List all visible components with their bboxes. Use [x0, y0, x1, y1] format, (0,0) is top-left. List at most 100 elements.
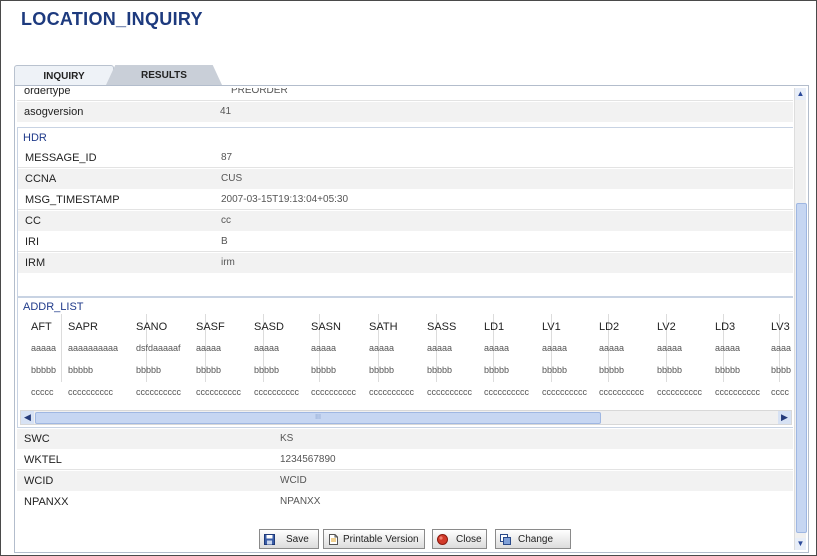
field-label: ordertype — [24, 88, 71, 97]
table-cell: bbbbb — [369, 365, 395, 375]
table-cell: cccccccccc — [196, 387, 241, 397]
table-cell: cccc — [771, 387, 789, 397]
grid-horizontal-scrollbar[interactable]: ◀ III ▶ — [20, 410, 792, 425]
app-window: LOCATION_INQUIRY INQUIRY RESULTS orderty… — [0, 0, 817, 556]
printable-version-button-label: Printable Version — [343, 534, 419, 545]
document-icon — [329, 534, 338, 545]
column-header: SANO — [136, 321, 168, 333]
scroll-left-icon[interactable]: ◀ — [21, 411, 34, 424]
field-label: MESSAGE_ID — [25, 152, 97, 164]
table-cell: bbbbb — [484, 365, 510, 375]
table-cell: bbbbb — [715, 365, 741, 375]
table-cell: cccccccccc — [484, 387, 529, 397]
table-cell: bbbbb — [599, 365, 625, 375]
column-header: LV2 — [657, 321, 676, 333]
column-header: LD1 — [484, 321, 505, 333]
table-cell: cccccccccc — [599, 387, 644, 397]
field-row-wcid: WCID WCID — [17, 471, 793, 491]
addr-list-section: ADDR_LIST AFT SAPR SANO SASF SASD SASN S… — [17, 296, 793, 428]
field-row-msg-timestamp: MSG_TIMESTAMP 2007-03-15T19:13:04+05:30 — [18, 190, 793, 210]
column-header: SASN — [311, 321, 341, 333]
field-row-npanxx: NPANXX NPANXX — [17, 492, 793, 510]
column-header: SAPR — [68, 321, 98, 333]
scrollbar-thumb[interactable] — [796, 203, 807, 533]
field-value: PREORDER — [231, 88, 288, 96]
table-cell: bbbbb — [254, 365, 280, 375]
field-row-message-id: MESSAGE_ID 87 — [18, 148, 793, 168]
hdr-section: HDR MESSAGE_ID 87 CCNA CUS MSG_TIMESTAMP… — [17, 127, 793, 298]
table-cell: aaaaa — [484, 343, 510, 353]
scroll-right-icon[interactable]: ▶ — [778, 411, 791, 424]
tab-results-label: RESULTS — [141, 70, 187, 81]
save-button[interactable]: Save — [259, 529, 319, 549]
change-button[interactable]: Change — [495, 529, 571, 549]
column-header: SASD — [254, 321, 284, 333]
column-header: SASS — [427, 321, 457, 333]
field-row-ordertype: ordertype PREORDER — [17, 88, 793, 101]
field-row-asogversion: asogversion 41 — [17, 102, 793, 122]
table-cell: cccccccccc — [136, 387, 181, 397]
table-cell: bbbbb — [68, 365, 94, 375]
column-header: LV3 — [771, 321, 790, 333]
table-cell: aaaaa — [427, 343, 453, 353]
field-value: irm — [221, 257, 235, 268]
table-cell: aaaaaaaaaa — [68, 343, 119, 353]
page-title: LOCATION_INQUIRY — [21, 9, 203, 29]
field-label: IRM — [25, 257, 46, 269]
field-value: 87 — [221, 152, 233, 163]
table-cell: aaaaa — [196, 343, 222, 353]
table-cell: aaaaa — [657, 343, 683, 353]
field-label: CC — [25, 215, 41, 227]
section-title: ADDR_LIST — [23, 301, 84, 313]
table-cell: bbbbb — [657, 365, 683, 375]
table-cell: aaaaa — [311, 343, 337, 353]
table-cell: aaaa — [771, 343, 792, 353]
field-row-cc: CC cc — [18, 211, 793, 231]
table-row: ccccc cccccccccc cccccccccc cccccccccc c… — [18, 383, 793, 403]
scroll-up-icon[interactable]: ▲ — [795, 88, 806, 100]
table-row: aaaaa aaaaaaaaaa dsfdaaaaaf aaaaa aaaaa … — [18, 339, 793, 359]
tab-results[interactable]: RESULTS — [106, 65, 222, 85]
column-header: LD2 — [599, 321, 620, 333]
field-label: WCID — [24, 475, 54, 487]
table-cell: aaaaa — [542, 343, 568, 353]
action-button-bar: Save Printable Version Close Change — [1, 529, 817, 551]
section-title: HDR — [23, 132, 47, 144]
scroll-content[interactable]: ordertype PREORDER asogversion 41 HDR ME… — [17, 88, 793, 510]
tab-inquiry[interactable]: INQUIRY — [14, 65, 114, 86]
table-cell: cccccccccc — [254, 387, 299, 397]
column-header: LD3 — [715, 321, 736, 333]
field-label: asogversion — [24, 106, 84, 118]
field-value: KS — [280, 433, 294, 444]
table-cell: cccccccccc — [369, 387, 414, 397]
field-value: 2007-03-15T19:13:04+05:30 — [221, 194, 349, 205]
field-row-ccna: CCNA CUS — [18, 169, 793, 189]
close-button[interactable]: Close — [432, 529, 487, 549]
stop-circle-icon — [437, 534, 448, 545]
printable-version-button[interactable]: Printable Version — [323, 529, 425, 549]
table-cell: ccccc — [31, 387, 54, 397]
edit-window-icon — [500, 534, 511, 545]
field-value: NPANXX — [280, 496, 321, 507]
inquiry-panel: ordertype PREORDER asogversion 41 HDR ME… — [14, 85, 809, 553]
field-label: WKTEL — [24, 454, 62, 466]
field-label: NPANXX — [24, 496, 69, 508]
scrollbar-thumb[interactable]: III — [35, 412, 601, 424]
table-cell: cccccccccc — [657, 387, 702, 397]
field-value: B — [221, 236, 228, 247]
vertical-scrollbar[interactable]: ▲ ▼ — [794, 88, 807, 550]
field-label: MSG_TIMESTAMP — [25, 194, 120, 206]
row-divider — [17, 100, 793, 101]
table-cell: aaaaa — [31, 343, 57, 353]
row-divider — [18, 251, 793, 252]
table-row: bbbbb bbbbb bbbbb bbbbb bbbbb bbbbb bbbb… — [18, 361, 793, 381]
field-row-swc: SWC KS — [17, 429, 793, 449]
row-divider — [18, 167, 793, 168]
field-value: 1234567890 — [280, 454, 336, 465]
column-header: LV1 — [542, 321, 561, 333]
column-header: SATH — [369, 321, 398, 333]
field-row-irm: IRM irm — [18, 253, 793, 273]
table-cell: aaaaa — [599, 343, 625, 353]
field-label: CCNA — [25, 173, 57, 185]
table-cell: bbbb — [771, 365, 792, 375]
